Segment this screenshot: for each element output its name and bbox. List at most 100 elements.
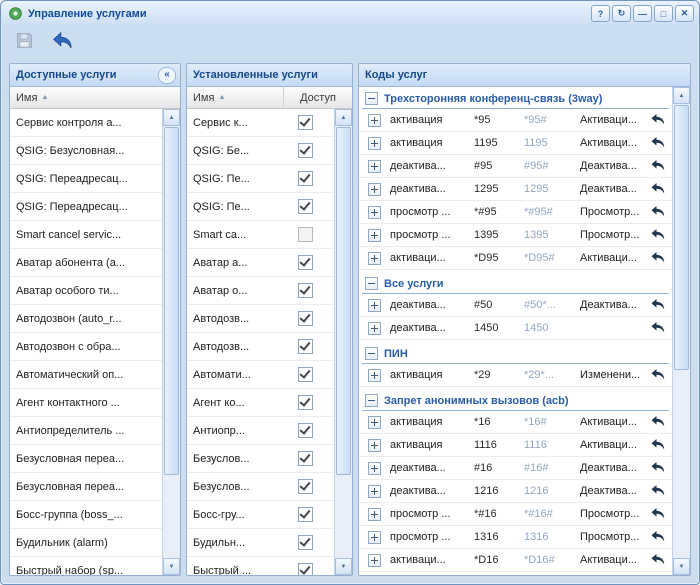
list-item[interactable]: QSIG: Пе... [187,165,334,193]
available-scrollbar[interactable]: ▲ ▼ [162,109,180,575]
list-item[interactable]: Антиопределитель ... [10,417,162,445]
collapse-group-icon[interactable] [365,347,378,360]
undo-row-icon[interactable] [644,462,672,474]
list-item[interactable]: Сервис к... [187,109,334,137]
help-button[interactable]: ? [591,5,610,22]
undo-button[interactable] [51,31,73,53]
list-item[interactable]: Smart cancel servic... [10,221,162,249]
access-checkbox[interactable] [298,199,313,214]
access-checkbox[interactable] [298,227,313,242]
expand-row-icon[interactable] [368,252,381,265]
expand-row-icon[interactable] [368,439,381,452]
expand-row-icon[interactable] [368,369,381,382]
list-item[interactable]: Аватар а... [187,249,334,277]
expand-row-icon[interactable] [368,206,381,219]
expand-row-icon[interactable] [368,554,381,567]
list-item[interactable]: Автодозвон с обра... [10,333,162,361]
expand-row-icon[interactable] [368,508,381,521]
code-row[interactable]: деактива... #50 #50*... Деактива... [359,294,672,317]
scrollbar-track[interactable] [335,126,352,558]
code-row[interactable]: просмотр ... *#16 *#16# Просмотр... [359,503,672,526]
list-item[interactable]: Быстрый набор (sp... [10,557,162,575]
list-item[interactable]: QSIG: Бе... [187,137,334,165]
undo-row-icon[interactable] [644,229,672,241]
installed-column-header[interactable]: Имя ▲ Доступ [187,87,352,109]
list-item[interactable]: Безуслов... [187,445,334,473]
list-item[interactable]: Безусловная переа... [10,473,162,501]
access-checkbox[interactable] [298,563,313,575]
collapse-group-icon[interactable] [365,394,378,407]
group-header[interactable]: Все услуги [362,275,669,294]
maximize-button[interactable]: □ [654,5,673,22]
code-row[interactable]: просмотр ... 1395 1395 Просмотр... [359,224,672,247]
undo-row-icon[interactable] [644,508,672,520]
refresh-button[interactable]: ↻ [612,5,631,22]
codes-scrollbar[interactable]: ▲ ▼ [672,87,690,575]
code-row[interactable]: активаци... *D95 *D95# Активаци... [359,247,672,270]
scroll-up-icon[interactable]: ▲ [163,109,180,126]
code-row[interactable]: деактива... 1216 1216 Деактива... [359,480,672,503]
expand-row-icon[interactable] [368,183,381,196]
group-header[interactable]: ПИН [362,345,669,364]
list-item[interactable]: Быстрый ... [187,557,334,575]
scrollbar-thumb[interactable] [336,127,351,475]
scrollbar-track[interactable] [163,126,180,558]
code-row[interactable]: деактива... #16 #16# Деактива... [359,457,672,480]
access-checkbox[interactable] [298,367,313,382]
undo-row-icon[interactable] [644,554,672,566]
scroll-down-icon[interactable]: ▼ [335,558,352,575]
code-row[interactable]: активация 1116 1116 Активаци... [359,434,672,457]
code-row[interactable]: активаци... *D16 *D16# Активаци... [359,549,672,572]
undo-row-icon[interactable] [644,439,672,451]
code-row[interactable]: активация 1195 1195 Активаци... [359,132,672,155]
list-item[interactable]: QSIG: Безусловная... [10,137,162,165]
list-item[interactable]: QSIG: Переадресац... [10,165,162,193]
expand-row-icon[interactable] [368,229,381,242]
undo-row-icon[interactable] [644,114,672,126]
undo-row-icon[interactable] [644,531,672,543]
collapse-panel-icon[interactable]: « [158,67,176,84]
access-checkbox[interactable] [298,283,313,298]
list-item[interactable]: Аватар абонента (а... [10,249,162,277]
code-row[interactable]: просмотр ... 1316 1316 Просмотр... [359,526,672,549]
undo-row-icon[interactable] [644,299,672,311]
expand-row-icon[interactable] [368,462,381,475]
expand-row-icon[interactable] [368,416,381,429]
collapse-group-icon[interactable] [365,277,378,290]
access-checkbox[interactable] [298,535,313,550]
group-header[interactable]: Трехсторонняя конференц-связь (3way) [362,90,669,109]
scrollbar-thumb[interactable] [674,105,689,370]
code-row[interactable]: активация *29 *29*... Изменени... [359,364,672,387]
list-item[interactable]: Босс-гру... [187,501,334,529]
list-item[interactable]: Будильник (alarm) [10,529,162,557]
list-item[interactable]: Автоматический оп... [10,361,162,389]
save-button[interactable] [13,31,35,53]
list-item[interactable]: Безуслов... [187,473,334,501]
list-item[interactable]: Будильн... [187,529,334,557]
undo-row-icon[interactable] [644,322,672,334]
undo-row-icon[interactable] [644,485,672,497]
collapse-group-icon[interactable] [365,92,378,105]
scrollbar-track[interactable] [673,104,690,558]
scroll-up-icon[interactable]: ▲ [673,87,690,104]
scroll-up-icon[interactable]: ▲ [335,109,352,126]
undo-row-icon[interactable] [644,416,672,428]
access-checkbox[interactable] [298,339,313,354]
list-item[interactable]: QSIG: Переадресац... [10,193,162,221]
list-item[interactable]: Сервис контроля а... [10,109,162,137]
code-row[interactable]: деактива... 1450 1450 [359,317,672,340]
list-item[interactable]: Антиопр... [187,417,334,445]
list-item[interactable]: Безусловная переа... [10,445,162,473]
list-item[interactable]: Smart ca... [187,221,334,249]
expand-row-icon[interactable] [368,160,381,173]
access-checkbox[interactable] [298,115,313,130]
code-row[interactable]: просмотр ... *#95 *#95# Просмотр... [359,201,672,224]
undo-row-icon[interactable] [644,183,672,195]
access-checkbox[interactable] [298,451,313,466]
list-item[interactable]: Аватар о... [187,277,334,305]
expand-row-icon[interactable] [368,531,381,544]
undo-row-icon[interactable] [644,369,672,381]
list-item[interactable]: Автомати... [187,361,334,389]
access-checkbox[interactable] [298,171,313,186]
scroll-down-icon[interactable]: ▼ [673,558,690,575]
